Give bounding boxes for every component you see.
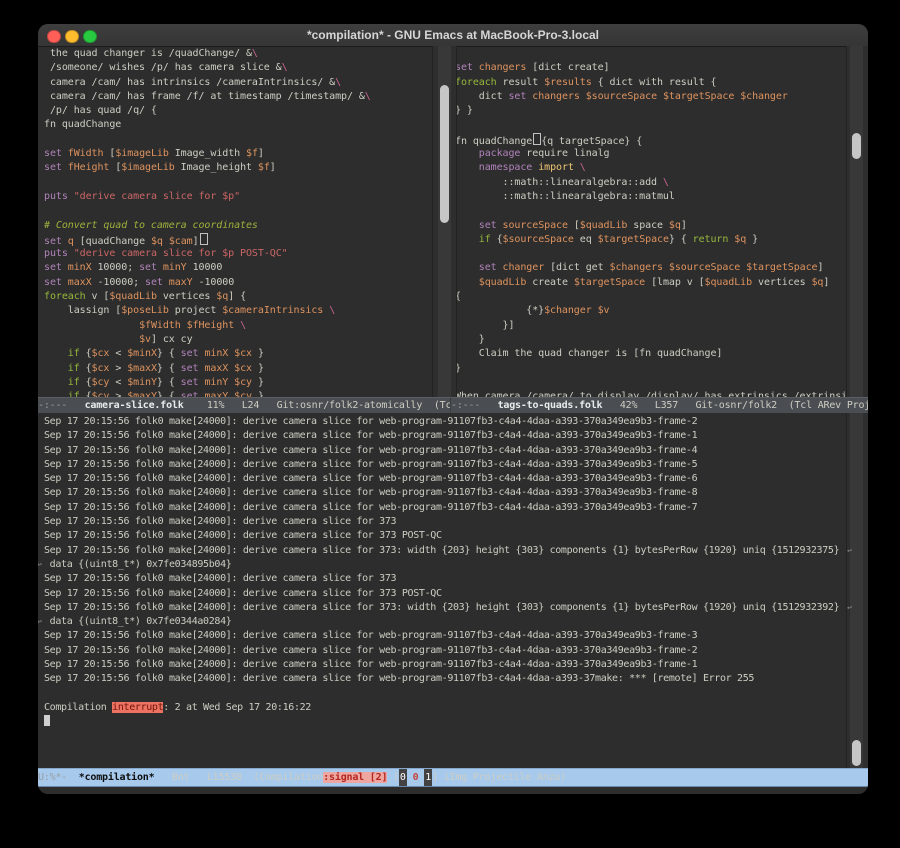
text-line: if {$cx < $minX} { set minX $cx } bbox=[44, 347, 432, 361]
text-line: set changers [dict create] bbox=[455, 61, 846, 75]
text-line: dict set changers $sourceSpace $targetSp… bbox=[455, 90, 846, 104]
scrollbar-thumb-left-pane[interactable] bbox=[440, 85, 449, 223]
text-line: -:--- tags-to-quads.folk 42% L357 Git-os… bbox=[451, 398, 868, 413]
text-line: /someone/ wishes /p/ has camera slice &\ bbox=[44, 61, 432, 75]
text-line: set fHeight [$imageLib Image_height $f] bbox=[44, 161, 432, 175]
text-line: camera /cam/ has intrinsics /cameraIntri… bbox=[44, 76, 432, 90]
text-line: Sep 17 20:15:56 folk0 make[24000]: deriv… bbox=[44, 587, 845, 601]
code-pane-camera-slice[interactable]: the quad changer is /quadChange/ &\ /som… bbox=[44, 47, 432, 397]
text-line: if {$cy > $maxY} { set maxY $cy } bbox=[44, 390, 432, 397]
title-bar[interactable]: *compilation* - GNU Emacs at MacBook-Pro… bbox=[38, 24, 868, 47]
text-line: Sep 17 20:15:56 folk0 make[24000]: deriv… bbox=[44, 544, 845, 558]
text-line bbox=[455, 376, 846, 390]
text-line: Sep 17 20:15:56 folk0 make[24000]: deriv… bbox=[44, 444, 845, 458]
text-line: # Convert quad to camera coordinates bbox=[44, 219, 432, 233]
text-line: Sep 17 20:15:56 folk0 make[24000]: deriv… bbox=[44, 458, 845, 472]
text-line: Sep 17 20:15:56 folk0 make[24000]: deriv… bbox=[44, 572, 845, 586]
text-line bbox=[455, 204, 846, 218]
line-continuation-icon: ↩ bbox=[38, 558, 42, 572]
text-line: Sep 17 20:15:56 folk0 make[24000]: deriv… bbox=[44, 515, 845, 529]
text-line: namespace import \ bbox=[455, 161, 846, 175]
line-wrap-icon: ↩ bbox=[847, 544, 852, 558]
modeline-compilation[interactable]: U:%*- *compilation* Bot L15538 (Compilat… bbox=[38, 768, 868, 787]
text-line bbox=[44, 687, 845, 701]
text-line: set q [quadChange $q $cam] bbox=[44, 233, 432, 247]
text-line: Compilation interrupt: 2 at Wed Sep 17 2… bbox=[44, 701, 845, 715]
text-line: $fWidth $fHeight \ bbox=[44, 319, 432, 333]
text-line: -:--- camera-slice.folk 11% L24 Git:osnr… bbox=[38, 398, 450, 413]
text-line: package require linalg bbox=[455, 147, 846, 161]
block-cursor bbox=[44, 715, 50, 726]
modeline-tags-to-quads[interactable]: -:--- tags-to-quads.folk 42% L357 Git-os… bbox=[450, 397, 868, 413]
text-line: Sep 17 20:15:56 folk0 make[24000]: deriv… bbox=[44, 658, 845, 672]
text-line: Sep 17 20:15:56 folk0 make[24000]: deriv… bbox=[44, 629, 845, 643]
line-wrap-icon: ↩ bbox=[847, 601, 852, 615]
scrollbar-thumb-right-pane[interactable] bbox=[852, 133, 861, 159]
text-line: if {$sourceSpace eq $targetSpace} { retu… bbox=[455, 233, 846, 247]
text-line: if {$cx > $maxX} { set maxX $cx } bbox=[44, 362, 432, 376]
text-line: puts "derive camera slice for $p POST-QC… bbox=[44, 247, 432, 261]
text-line: Sep 17 20:15:56 folk0 make[24000]: deriv… bbox=[44, 529, 845, 543]
text-line bbox=[44, 204, 432, 218]
text-line: Claim the quad changer is [fn quadChange… bbox=[455, 347, 846, 361]
text-line: the quad changer is /quadChange/ &\ bbox=[44, 47, 432, 61]
text-line: lassign [$poseLib project $cameraIntrins… bbox=[44, 304, 432, 318]
text-line: fn quadChange bbox=[44, 118, 432, 132]
text-line: /p/ has quad /q/ { bbox=[44, 104, 432, 118]
code-pane-tags-to-quads[interactable]: set changers [dict create]foreach result… bbox=[455, 47, 846, 397]
text-line: camera /cam/ has frame /f/ at timestamp … bbox=[44, 90, 432, 104]
text-line bbox=[455, 118, 846, 132]
text-line: set changer [dict get $changers $sourceS… bbox=[455, 261, 846, 275]
text-line: Sep 17 20:15:56 folk0 make[24000]: deriv… bbox=[44, 501, 845, 515]
text-line: foreach result $results { dict with resu… bbox=[455, 76, 846, 90]
text-line: $v] cx cy bbox=[44, 333, 432, 347]
text-line: ↩ data {(uint8_t*) 0x7fe034895b04} bbox=[44, 558, 845, 572]
text-line bbox=[455, 247, 846, 261]
text-line: } bbox=[455, 362, 846, 376]
text-line: Sep 17 20:15:56 folk0 make[24000]: deriv… bbox=[44, 486, 845, 500]
text-line bbox=[44, 133, 432, 147]
text-line: ::math::linearalgebra::matmul bbox=[455, 190, 846, 204]
compilation-buffer[interactable]: Sep 17 20:15:56 folk0 make[24000]: deriv… bbox=[44, 415, 845, 755]
emacs-window: *compilation* - GNU Emacs at MacBook-Pro… bbox=[38, 24, 868, 794]
text-line: } } bbox=[455, 104, 846, 118]
hollow-cursor bbox=[200, 233, 208, 245]
text-line: fn quadChange{q targetSpace} { bbox=[455, 133, 846, 147]
text-line: Sep 17 20:15:56 folk0 make[24000]: deriv… bbox=[44, 415, 845, 429]
text-line: Sep 17 20:15:56 folk0 make[24000]: deriv… bbox=[44, 429, 845, 443]
text-line: set sourceSpace [$quadLib space $q] bbox=[455, 219, 846, 233]
text-line: ↩ data {(uint8_t*) 0x7fe0344a0284} bbox=[44, 615, 845, 629]
text-line: }] bbox=[455, 319, 846, 333]
modeline-camera-slice[interactable]: -:--- camera-slice.folk 11% L24 Git:osnr… bbox=[38, 397, 450, 413]
text-line bbox=[455, 47, 846, 61]
text-line: if {$cy < $minY} { set minY $cy } bbox=[44, 376, 432, 390]
text-line: Sep 17 20:15:56 folk0 make[24000]: deriv… bbox=[44, 672, 845, 686]
text-line: U:%*- *compilation* Bot L15538 (Compilat… bbox=[38, 769, 868, 786]
pane-divider bbox=[432, 46, 457, 397]
text-line: set fWidth [$imageLib Image_width $f] bbox=[44, 147, 432, 161]
text-line: {*}$changer $v bbox=[455, 304, 846, 318]
text-line: puts "derive camera slice for $p" bbox=[44, 190, 432, 204]
text-line: $quadLib create $targetSpace [lmap v [$q… bbox=[455, 276, 846, 290]
text-line: Sep 17 20:15:56 folk0 make[24000]: deriv… bbox=[44, 644, 845, 658]
text-line: Sep 17 20:15:56 folk0 make[24000]: deriv… bbox=[44, 472, 845, 486]
text-line: When camera /camera/ to display /display… bbox=[455, 390, 846, 397]
text-line: foreach v [$quadLib vertices $q] { bbox=[44, 290, 432, 304]
text-line bbox=[44, 176, 432, 190]
scrollbar-thumb-compilation[interactable] bbox=[852, 740, 861, 766]
window-title: *compilation* - GNU Emacs at MacBook-Pro… bbox=[38, 24, 868, 46]
text-line: } bbox=[455, 333, 846, 347]
text-line: set maxX -10000; set maxY -10000 bbox=[44, 276, 432, 290]
text-line: ↩{ bbox=[455, 290, 846, 304]
text-line bbox=[44, 715, 845, 729]
text-line: ::math::linearalgebra::add \ bbox=[455, 176, 846, 190]
text-line: set minX 10000; set minY 10000 bbox=[44, 261, 432, 275]
line-continuation-icon: ↩ bbox=[38, 615, 42, 629]
text-line: Sep 17 20:15:56 folk0 make[24000]: deriv… bbox=[44, 601, 845, 615]
